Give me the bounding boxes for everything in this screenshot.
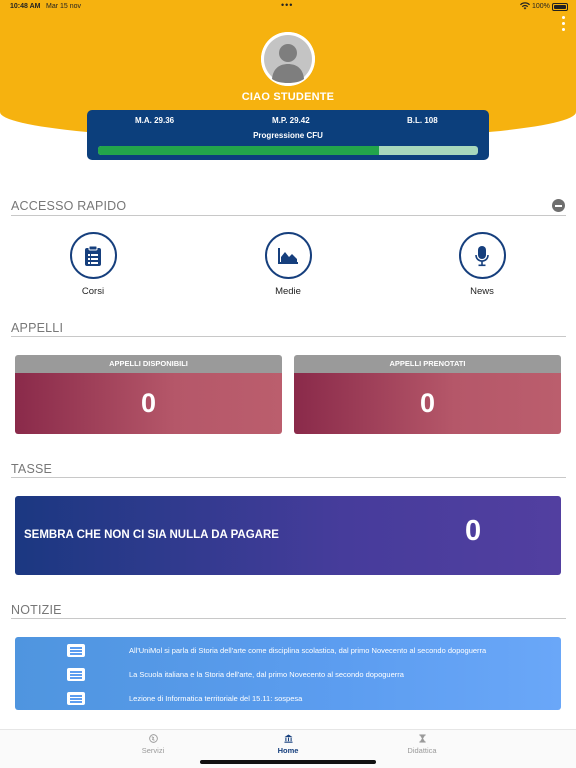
news-card: All'UniMol si parla di Storia dell'arte … (15, 637, 561, 710)
avatar[interactable] (261, 32, 315, 86)
news-item[interactable]: Lezione di Informatica territoriale del … (15, 690, 561, 710)
cfu-progress-bar (98, 146, 478, 155)
status-date: Mar 15 nov (46, 3, 82, 10)
card-header: APPELLI PRENOTATI (294, 355, 561, 373)
appelli-prenotati-card[interactable]: APPELLI PRENOTATI 0 (294, 355, 561, 434)
microphone-icon (475, 245, 489, 266)
quick-access-news[interactable]: News (437, 232, 527, 297)
media-ponderata: M.P. 29.42 (272, 116, 310, 125)
quick-access-circle (69, 232, 117, 279)
quick-access-circle (458, 232, 506, 279)
tab-label: Servizi (141, 746, 165, 755)
globe-icon (148, 734, 158, 743)
tasse-value: 0 (465, 515, 482, 547)
section-title-appelli: APPELLI (11, 321, 64, 335)
newspaper-icon (67, 668, 85, 681)
tasse-message: SEMBRA CHE NON CI SIA NULLA DA PAGARE (24, 529, 279, 541)
newspaper-icon (67, 692, 85, 705)
home-indicator[interactable] (200, 760, 376, 764)
tab-didattica[interactable]: Didattica (392, 734, 452, 755)
divider (11, 477, 566, 478)
quick-access-circle (264, 232, 312, 279)
hourglass-icon (418, 734, 426, 743)
greeting: CIAO STUDENTE (241, 91, 335, 103)
app-screen: 10:48 AM Mar 15 nov ••• 100% CIAO STUDEN… (0, 0, 576, 768)
news-item[interactable]: La Scuola italiana e la Storia dell'arte… (15, 666, 561, 686)
quick-access-label: Corsi (81, 286, 105, 297)
appelli-disponibili-card[interactable]: APPELLI DISPONIBILI 0 (15, 355, 282, 434)
status-time: 10:48 AM (10, 3, 41, 10)
news-title: La Scuola italiana e la Storia dell'arte… (129, 670, 404, 679)
wifi-icon (520, 2, 530, 12)
card-header: APPELLI DISPONIBILI (15, 355, 282, 373)
card-value: 0 (294, 373, 561, 434)
news-title: Lezione di Informatica territoriale del … (129, 694, 303, 703)
quick-access-medie[interactable]: Medie (243, 232, 333, 297)
tab-home[interactable]: Home (258, 734, 318, 755)
clipboard-icon (85, 245, 101, 266)
tasse-card[interactable]: SEMBRA CHE NON CI SIA NULLA DA PAGARE 0 (15, 496, 561, 575)
area-chart-icon (278, 247, 298, 264)
bank-icon (283, 734, 293, 743)
battery-percent: 100% (532, 3, 550, 10)
divider (11, 336, 566, 337)
media-aritmetica: M.A. 29.36 (135, 116, 175, 125)
tab-servizi[interactable]: Servizi (123, 734, 183, 755)
card-value: 0 (15, 373, 282, 434)
cfu-progress-fill (98, 146, 380, 155)
quick-access-label: Medie (275, 286, 301, 297)
quick-access-corsi[interactable]: Corsi (48, 232, 138, 297)
progress-label: Progressione CFU (253, 131, 323, 140)
section-title-tasse: TASSE (11, 462, 53, 476)
battery-icon (552, 3, 568, 11)
more-menu-icon[interactable] (562, 16, 566, 31)
cfu-card: M.A. 29.36 M.P. 29.42 B.L. 108 Progressi… (87, 110, 489, 160)
divider (11, 618, 566, 619)
status-bar: 10:48 AM Mar 15 nov ••• 100% (0, 0, 576, 14)
collapse-icon[interactable] (552, 199, 565, 212)
quick-access-label: News (470, 286, 494, 297)
divider (11, 215, 566, 216)
news-title: All'UniMol si parla di Storia dell'arte … (129, 646, 487, 655)
user-silhouette-icon (261, 32, 315, 86)
multitasking-dots[interactable]: ••• (281, 0, 293, 10)
news-item[interactable]: All'UniMol si parla di Storia dell'arte … (15, 642, 561, 662)
newspaper-icon (67, 644, 85, 657)
section-title-quick-access: ACCESSO RAPIDO (11, 199, 127, 213)
tab-label: Home (277, 746, 299, 755)
tab-label: Didattica (407, 746, 437, 755)
base-laurea: B.L. 108 (407, 116, 438, 125)
section-title-notizie: NOTIZIE (11, 603, 62, 617)
